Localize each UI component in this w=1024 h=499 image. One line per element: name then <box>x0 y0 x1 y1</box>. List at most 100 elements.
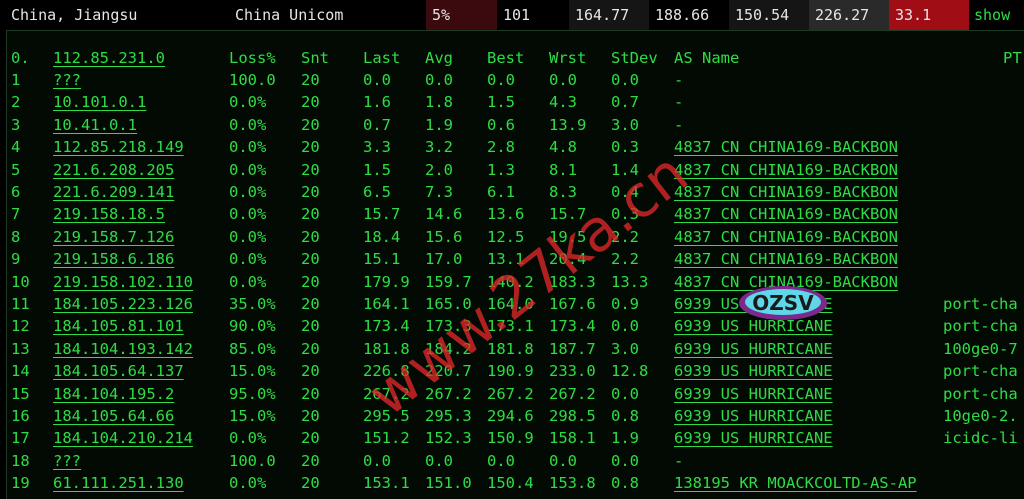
hop-as-link[interactable]: 4837 CN CHINA169-BACKBON <box>674 248 898 270</box>
hop-host-link[interactable]: 184.105.64.66 <box>53 405 174 427</box>
hop-snt: 20 <box>301 115 320 134</box>
hop-wrst: 298.5 <box>549 407 596 425</box>
hop-last: 15.1 <box>363 250 401 269</box>
hop-host-link[interactable]: 184.105.64.137 <box>53 360 184 382</box>
summary-isp: China Unicom <box>235 6 344 24</box>
hop-as-link[interactable]: 6939 US HURRICANE <box>674 293 833 315</box>
col-best: Best <box>487 49 525 67</box>
hop-hop: 17 <box>11 429 30 448</box>
hop-last: 0.0 <box>363 71 391 89</box>
hop-host-link[interactable]: 112.85.218.149 <box>53 136 184 158</box>
hop-as-link[interactable]: - <box>674 114 683 136</box>
show-link[interactable]: show <box>974 0 1010 30</box>
hop-snt: 20 <box>301 183 320 201</box>
hop-host-link[interactable]: 221.6.209.141 <box>53 181 174 203</box>
hop-loss: 90.0% <box>229 317 276 336</box>
hop-as-link[interactable]: 6939 US HURRICANE <box>674 315 833 337</box>
hop-as-link[interactable]: 6939 US HURRICANE <box>674 383 833 405</box>
hop-as-link[interactable]: 4837 CN CHINA169-BACKBON <box>674 271 898 293</box>
summary-bar: China, Jiangsu China Unicom 5% 101 164.7… <box>0 0 1024 30</box>
hop-host-link[interactable]: 61.111.251.130 <box>53 472 184 494</box>
hop-wrst: 20.4 <box>549 250 587 269</box>
hop-best: 0.6 <box>487 115 515 134</box>
hop-loss: 0.0% <box>229 272 267 291</box>
hop-loss: 0.0% <box>229 429 267 448</box>
hop-row: 17 184.104.210.214 0.0% 20 151.2 152.3 150.9 15… <box>7 427 1024 449</box>
hop-snt: 20 <box>301 407 320 425</box>
hop-snt: 20 <box>301 138 320 157</box>
hop-best: 13.6 <box>487 205 525 224</box>
hop-row: 1??? 100.0 20 0.0 0.0 0.0 0.0 0.0 - <box>7 69 1024 91</box>
hop-snt: 20 <box>301 384 320 403</box>
summary-worst: 226.27 <box>809 0 889 30</box>
hop-hop: 2 <box>11 93 21 112</box>
hop-host-link[interactable]: 184.104.193.142 <box>53 338 193 360</box>
summary-sent: 101 <box>497 0 569 30</box>
hop-best: 1.3 <box>487 160 515 179</box>
hop-ptr: port-cha <box>943 317 1018 336</box>
hop-row: 14 184.105.64.137 15.0% 20 226.8 220.7 190.9 23… <box>7 360 1024 382</box>
hop-host-link[interactable]: 10.41.0.1 <box>53 114 137 136</box>
col-stdev: StDev <box>611 49 658 67</box>
hop-best: 1.5 <box>487 93 515 112</box>
hop-row: 8 219.158.7.126 0.0% 20 18.4 15.6 12.5 19.5 2.2 4… <box>7 226 1024 248</box>
hop-loss: 0.0% <box>229 93 267 112</box>
hop-snt: 20 <box>301 429 320 448</box>
col-loss: Loss% <box>229 49 276 67</box>
hop-hop: 16 <box>11 407 30 425</box>
hop-as-link[interactable]: - <box>674 69 683 91</box>
hop-as-link[interactable]: 4837 CN CHINA169-BACKBON <box>674 226 898 248</box>
hop-wrst: 15.7 <box>549 205 587 224</box>
hop-row: 9 219.158.6.186 0.0% 20 15.1 17.0 13.1 20.4 2.2 4… <box>7 248 1024 270</box>
hop-wrst: 8.3 <box>549 183 577 201</box>
hop-hop: 5 <box>11 160 21 179</box>
hop-snt: 20 <box>301 93 320 112</box>
hop-host-link[interactable]: 184.104.210.214 <box>53 427 193 449</box>
hop-avg: 173.3 <box>425 317 472 336</box>
hop-best: 150.4 <box>487 474 534 493</box>
hop-stdev: 13.3 <box>611 272 649 291</box>
hop-stdev: 0.9 <box>611 295 639 313</box>
hop-as-link[interactable]: 4837 CN CHINA169-BACKBON <box>674 203 898 225</box>
hop-host-link[interactable]: 221.6.208.205 <box>53 159 174 181</box>
hop-stdev: 0.0 <box>611 451 639 470</box>
hop-as-link[interactable]: 6939 US HURRICANE <box>674 405 833 427</box>
hop-host-link[interactable]: 184.105.223.126 <box>53 293 193 315</box>
hop-as-link[interactable]: 6939 US HURRICANE <box>674 427 833 449</box>
hop-as-link[interactable]: - <box>674 450 683 472</box>
hop-hop: 11 <box>11 295 30 313</box>
hop-avg: 3.2 <box>425 138 453 157</box>
hop-as-link[interactable]: 4837 CN CHINA169-BACKBON <box>674 159 898 181</box>
col-last: Last <box>363 49 401 67</box>
hop-as-link[interactable]: 6939 US HURRICANE <box>674 338 833 360</box>
hop-best: 294.6 <box>487 407 534 425</box>
hop-loss: 0.0% <box>229 474 267 493</box>
hop-stdev: 2.2 <box>611 250 639 269</box>
hop-as-link[interactable]: 6939 US HURRICANE <box>674 360 833 382</box>
hop-snt: 20 <box>301 250 320 269</box>
hop-loss: 0.0% <box>229 250 267 269</box>
hop-as-link[interactable]: - <box>674 91 683 113</box>
hop-wrst: 183.3 <box>549 272 596 291</box>
hop-avg: 0.0 <box>425 451 453 470</box>
hop-last: 0.7 <box>363 115 391 134</box>
hop-snt: 20 <box>301 71 320 89</box>
hop-host-link[interactable]: 219.158.7.126 <box>53 226 174 248</box>
hop-as-link[interactable]: 138195 KR MOACKCOLTD-AS-AP <box>674 472 917 494</box>
hop-host-link[interactable]: 219.158.6.186 <box>53 248 174 270</box>
col-host-link[interactable]: 112.85.231.0 <box>53 47 165 69</box>
hop-host-link[interactable]: 219.158.18.5 <box>53 203 165 225</box>
hop-host-link[interactable]: ??? <box>53 69 81 91</box>
hop-host-link[interactable]: 219.158.102.110 <box>53 271 193 293</box>
hop-as-link[interactable]: 4837 CN CHINA169-BACKBON <box>674 136 898 158</box>
summary-avg: 188.66 <box>649 0 729 30</box>
hop-best: 0.0 <box>487 71 515 89</box>
hop-wrst: 158.1 <box>549 429 596 448</box>
hop-hop: 10 <box>11 272 30 291</box>
hop-host-link[interactable]: 184.104.195.2 <box>53 383 174 405</box>
hop-as-link[interactable]: 4837 CN CHINA169-BACKBON <box>674 181 898 203</box>
hop-host-link[interactable]: 10.101.0.1 <box>53 91 146 113</box>
hop-snt: 20 <box>301 272 320 291</box>
hop-host-link[interactable]: ??? <box>53 450 81 472</box>
hop-host-link[interactable]: 184.105.81.101 <box>53 315 184 337</box>
